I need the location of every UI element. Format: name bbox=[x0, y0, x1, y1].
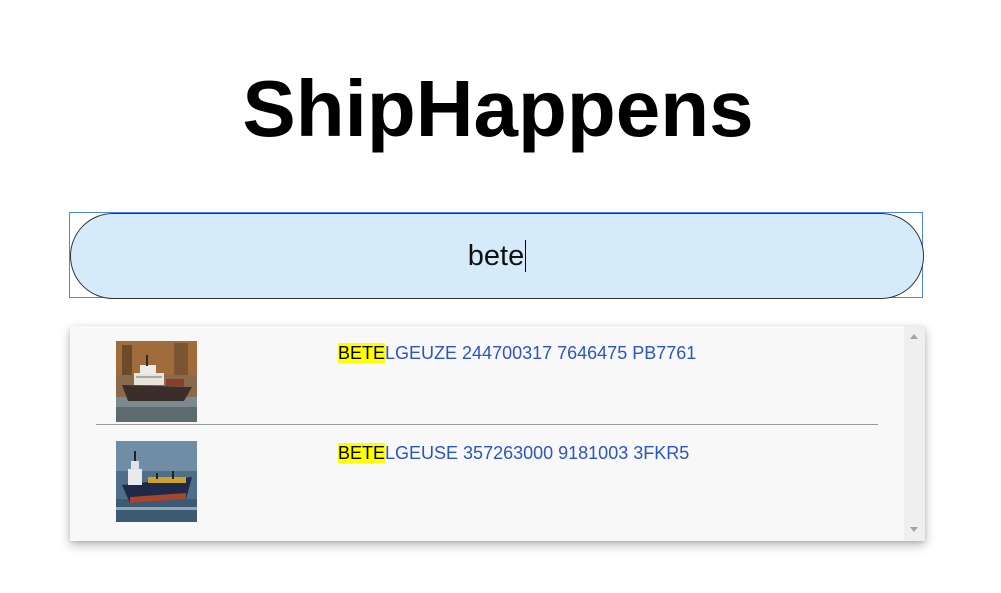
match-highlight: BETE bbox=[338, 343, 386, 363]
search-input[interactable]: bete bbox=[70, 213, 924, 299]
scroll-up-arrow-icon[interactable] bbox=[910, 334, 918, 339]
search-result-rest: LGEUZE 244700317 7646475 PB7761 bbox=[385, 343, 697, 363]
search-result-rest: LGEUSE 357263000 9181003 3FKR5 bbox=[385, 443, 690, 463]
match-highlight: BETE bbox=[338, 443, 386, 463]
results-scrollbar[interactable] bbox=[904, 326, 925, 541]
app-title: ShipHappens bbox=[242, 64, 754, 153]
ship-photo-icon bbox=[116, 341, 197, 422]
page: ShipHappens bete BETELGEUZE 244700317 76… bbox=[0, 0, 1001, 593]
ship-thumbnail bbox=[116, 441, 197, 522]
result-divider bbox=[96, 424, 878, 425]
scroll-down-arrow-icon[interactable] bbox=[910, 527, 918, 532]
ship-thumbnail bbox=[116, 341, 197, 422]
search-results-dropdown: BETELGEUZE 244700317 7646475 PB7761 BETE… bbox=[70, 326, 925, 541]
search-result-item[interactable]: BETELGEUZE 244700317 7646475 PB7761 bbox=[70, 326, 904, 426]
search-result-item[interactable]: BETELGEUSE 357263000 9181003 3FKR5 bbox=[70, 426, 904, 526]
ship-photo-icon bbox=[116, 441, 197, 522]
search-result-label: BETELGEUZE 244700317 7646475 PB7761 bbox=[338, 343, 696, 364]
search-input-value: bete bbox=[467, 239, 525, 272]
text-caret bbox=[525, 240, 527, 272]
search-result-label: BETELGEUSE 357263000 9181003 3FKR5 bbox=[338, 443, 689, 464]
